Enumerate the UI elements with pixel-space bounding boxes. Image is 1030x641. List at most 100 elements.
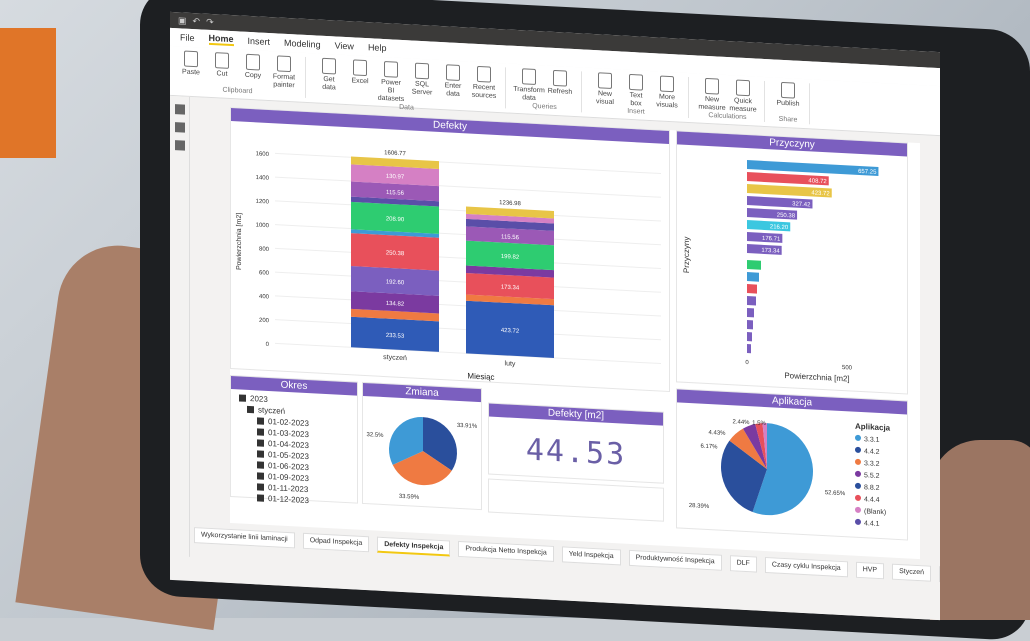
undo-icon[interactable]: ↶ xyxy=(193,16,201,27)
ribbon-button-icon xyxy=(277,55,291,73)
tab-view[interactable]: View xyxy=(335,40,354,51)
legend-label: 4.4.1 xyxy=(864,520,880,529)
legend-marker xyxy=(855,434,861,442)
data-view-icon[interactable] xyxy=(174,122,185,133)
report-view-icon[interactable] xyxy=(174,104,185,115)
zmiana-chart[interactable]: Zmiana 33.91% 33.59% 32.5% xyxy=(362,381,482,511)
ribbon-button-icon xyxy=(736,79,750,97)
ribbon-button-new-measure[interactable]: New measure xyxy=(698,77,726,113)
legend-label: 3.3.1 xyxy=(864,436,880,445)
y-tick-label: 200 xyxy=(259,318,270,325)
ribbon-button-icon xyxy=(246,53,260,71)
ribbon-button-recent-sources[interactable]: Recent sources xyxy=(471,65,497,109)
okres-slicer[interactable]: Okres 2023 styczeń 01-02-2023 01-03-2023 01-… xyxy=(230,374,358,506)
page-tab[interactable]: Wykorzystanie linii laminacji xyxy=(194,527,295,549)
zmiana-svg: 33.91% 33.59% 32.5% xyxy=(366,417,478,501)
checkbox[interactable] xyxy=(257,450,264,459)
ribbon-button-refresh[interactable]: Refresh xyxy=(547,69,573,105)
page-tab[interactable]: Czasy cyklu Inspekcja xyxy=(764,556,848,578)
page-tab[interactable]: Produktywność Inspekcja xyxy=(628,549,722,571)
przyczyny-bar[interactable] xyxy=(747,284,757,294)
ribbon-button-label: New measure xyxy=(698,95,726,112)
ribbon-button-publish[interactable]: Publish xyxy=(775,81,801,109)
checkbox[interactable] xyxy=(257,439,264,448)
ribbon-button-label: Power BI datasets xyxy=(377,78,405,104)
model-view-icon[interactable] xyxy=(174,140,185,151)
ribbon-button-get-data[interactable]: Get data xyxy=(316,57,342,100)
przyczyny-bar-label: 176.71 xyxy=(762,236,781,243)
ribbon-button-paste[interactable]: Paste xyxy=(178,50,204,85)
redo-icon[interactable]: ↷ xyxy=(206,16,214,27)
aplikacja-chart[interactable]: Aplikacja 52.65% 28.39% 6.17% 4.43% 2.44% 1.5… xyxy=(676,388,908,541)
przyczyny-bar[interactable] xyxy=(747,296,756,306)
ribbon-button-icon xyxy=(184,50,198,68)
bar-segment-label: 250.38 xyxy=(386,250,405,257)
ribbon-button-label: Publish xyxy=(776,99,800,108)
tab-help[interactable]: Help xyxy=(368,42,387,53)
ribbon-button-excel[interactable]: Excel xyxy=(347,59,373,102)
ribbon-button-transform-data[interactable]: Transform data xyxy=(513,68,545,103)
przyczyny-bar[interactable] xyxy=(747,272,759,282)
przyczyny-bar[interactable] xyxy=(747,344,751,354)
tab-home[interactable]: Home xyxy=(208,32,234,47)
page-tab[interactable]: HVP xyxy=(855,561,885,580)
page-tab[interactable]: Defekty Inspekcja xyxy=(377,536,451,557)
page-tab[interactable]: Odpad Inspekcja xyxy=(302,532,370,553)
checkbox[interactable] xyxy=(257,483,264,492)
tab-file[interactable]: File xyxy=(180,32,195,43)
y-tick-label: 0 xyxy=(266,342,270,348)
kpi-card[interactable]: Defekty [m2] 44.53 xyxy=(488,402,664,484)
ribbon-button-format-painter[interactable]: Format painter xyxy=(271,55,297,90)
ribbon-button-power-bi-datasets[interactable]: Power BI datasets xyxy=(378,61,404,104)
ribbon-group-calculations: New measure Quick measure Calculations xyxy=(698,77,765,123)
page-tab[interactable]: Styczeń xyxy=(892,563,931,582)
page-tab[interactable]: Luty xyxy=(939,566,940,584)
pie-label: 33.91% xyxy=(457,423,478,430)
y-axis-label: Przyczyny xyxy=(682,236,691,273)
przyczyny-bar-label: 250.38 xyxy=(777,213,796,220)
przyczyny-svg: 657.25 408.72 423.72327.42 250.38 216.20 176.… xyxy=(682,160,879,383)
ribbon-button-icon xyxy=(353,59,367,77)
page-tab[interactable]: Yeld Inspekcja xyxy=(561,546,621,566)
page-tab[interactable]: DLF xyxy=(729,555,757,573)
ribbon-button-cut[interactable]: Cut xyxy=(209,52,235,87)
right-hand xyxy=(930,440,1030,620)
ribbon-button-label: Get data xyxy=(322,75,336,92)
orange-accent xyxy=(0,28,56,158)
bar-segment-label: 192.60 xyxy=(386,279,405,286)
tab-insert[interactable]: Insert xyxy=(248,36,271,47)
checkbox[interactable] xyxy=(257,472,264,481)
przyczyny-bar-label: 173.34 xyxy=(761,248,780,255)
tab-modeling[interactable]: Modeling xyxy=(284,38,321,50)
page-tab[interactable]: Produkcja Netto Inspekcja xyxy=(458,540,554,562)
ribbon-button-new-visual[interactable]: New visual xyxy=(592,72,618,107)
x-tick-label: 500 xyxy=(842,365,853,372)
ribbon-button-copy[interactable]: Copy xyxy=(240,53,266,88)
pie-label: 33.59% xyxy=(399,494,420,501)
checkbox[interactable] xyxy=(257,417,264,426)
aplikacja-svg: 52.65% 28.39% 6.17% 4.43% 2.44% 1.5% xyxy=(689,419,846,516)
ribbon-button-more-visuals[interactable]: More visuals xyxy=(654,75,680,110)
przyczyny-bar[interactable] xyxy=(747,320,753,330)
ribbon-button-enter-data[interactable]: Enter data xyxy=(440,64,466,107)
przyczyny-bar[interactable] xyxy=(747,332,752,342)
ribbon-button-sql-server[interactable]: SQL Server xyxy=(409,62,435,105)
przyczyny-bar[interactable] xyxy=(747,308,754,318)
checkbox[interactable] xyxy=(247,406,254,414)
y-tick-label: 600 xyxy=(259,270,270,277)
ribbon-button-text-box[interactable]: Text box xyxy=(623,73,649,109)
save-icon[interactable]: ▣ xyxy=(178,15,187,26)
ribbon-group-label: Share xyxy=(778,115,798,124)
przyczyny-bar[interactable] xyxy=(747,260,761,270)
defekty-chart[interactable]: Defekty 1600 1400 1200 1000 800 600 400 200 0 Pow… xyxy=(230,106,670,393)
slicer-item-label: 01-12-2023 xyxy=(268,493,309,506)
checkbox[interactable] xyxy=(257,428,264,437)
checkbox[interactable] xyxy=(239,394,246,403)
checkbox[interactable] xyxy=(257,461,264,470)
przyczyny-chart[interactable]: Przyczyny 657.25 408.72 423.72 327.42 250.38… xyxy=(676,130,908,395)
ribbon-button-quick-measure[interactable]: Quick measure xyxy=(729,79,757,114)
legend-item[interactable]: 4.4.1 xyxy=(855,518,890,532)
checkbox[interactable] xyxy=(257,494,264,503)
ribbon-button-label: New visual xyxy=(596,90,614,107)
bar-segment-label: 134.82 xyxy=(386,301,405,308)
